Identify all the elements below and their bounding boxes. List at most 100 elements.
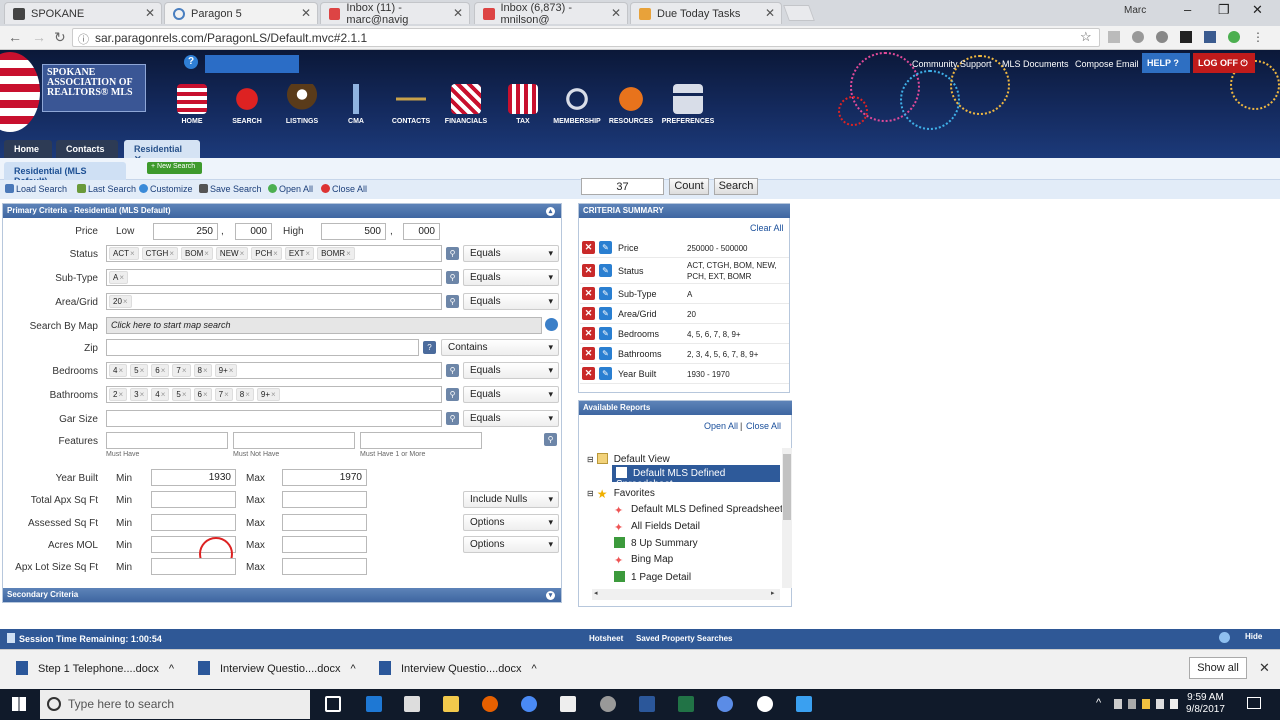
notifications-icon[interactable] bbox=[1247, 697, 1261, 709]
collapse-tree-icon[interactable]: ⊟ bbox=[587, 455, 594, 464]
lot-size-max-input[interactable] bbox=[282, 558, 367, 575]
include-nulls-select[interactable]: Include Nulls bbox=[463, 491, 559, 508]
close-all-button[interactable]: Close All bbox=[321, 184, 367, 194]
bedroom-chip[interactable]: 5 bbox=[130, 364, 149, 377]
file-explorer-icon[interactable] bbox=[443, 696, 459, 712]
bathroom-chip[interactable]: 8 bbox=[235, 388, 254, 401]
clear-all-link[interactable]: Clear All bbox=[750, 223, 784, 233]
edit-icon[interactable]: ✎ bbox=[599, 287, 612, 300]
bathroom-chip[interactable]: 9+ bbox=[256, 388, 280, 401]
browser-tab-tasks[interactable]: Due Today Tasks ✕ bbox=[630, 2, 782, 24]
subtype-multiselect[interactable]: A bbox=[106, 269, 442, 286]
remove-icon[interactable]: ✕ bbox=[582, 327, 595, 340]
help-button[interactable]: HELP ? bbox=[1142, 53, 1190, 73]
edit-icon[interactable]: ✎ bbox=[599, 327, 612, 340]
extension-icon[interactable] bbox=[1156, 31, 1168, 43]
acres-options-select[interactable]: Options bbox=[463, 536, 559, 553]
nav-membership[interactable]: MEMBERSHIP bbox=[547, 84, 607, 125]
edit-icon[interactable]: ✎ bbox=[599, 347, 612, 360]
settings-icon[interactable] bbox=[1219, 632, 1230, 643]
lookup-icon[interactable]: ⚲ bbox=[446, 295, 459, 308]
chevron-up-icon[interactable]: ^ bbox=[169, 663, 174, 675]
bathroom-chip[interactable]: 7 bbox=[214, 388, 233, 401]
gar-size-input[interactable] bbox=[106, 410, 442, 427]
bathrooms-operator-select[interactable]: Equals bbox=[463, 386, 559, 403]
price-low-input[interactable]: 250 bbox=[153, 223, 218, 240]
word-icon[interactable] bbox=[639, 696, 655, 712]
bedrooms-operator-select[interactable]: Equals bbox=[463, 362, 559, 379]
nav-listings[interactable]: LISTINGS bbox=[272, 84, 332, 125]
price-low-thousands-input[interactable]: 000 bbox=[235, 223, 272, 240]
close-window-icon[interactable]: ✕ bbox=[1252, 2, 1263, 18]
features-must-not-have-input[interactable] bbox=[233, 432, 355, 449]
nav-resources[interactable]: RESOURCES bbox=[601, 84, 661, 125]
nav-tax[interactable]: TAX bbox=[493, 84, 553, 125]
help-question-icon[interactable]: ? bbox=[184, 55, 198, 69]
remove-icon[interactable]: ✕ bbox=[582, 287, 595, 300]
bedrooms-multiselect[interactable]: 4 5 6 7 8 9+ bbox=[106, 362, 442, 379]
tray-chevron-icon[interactable]: ^ bbox=[1096, 697, 1101, 709]
url-field[interactable]: sar.paragonrels.com/ParagonLS/Default.mv… bbox=[72, 28, 1100, 47]
map-search-field[interactable]: Click here to start map search bbox=[106, 317, 542, 334]
remove-icon[interactable]: ✕ bbox=[582, 367, 595, 380]
tab-residential[interactable]: Residential ✕ bbox=[124, 140, 200, 164]
status-chip[interactable]: BOMR bbox=[317, 247, 355, 260]
collapse-icon[interactable]: ▴ bbox=[546, 207, 555, 216]
status-chip[interactable]: BOM bbox=[181, 247, 213, 260]
close-icon[interactable]: ✕ bbox=[453, 6, 463, 20]
primary-criteria-header[interactable]: Primary Criteria - Residential (MLS Defa… bbox=[3, 204, 561, 218]
edit-icon[interactable]: ✎ bbox=[599, 264, 612, 277]
volume-icon[interactable] bbox=[1170, 699, 1178, 709]
close-icon[interactable]: ✕ bbox=[145, 6, 155, 20]
bedroom-chip[interactable]: 9+ bbox=[214, 364, 238, 377]
info-icon[interactable]: ⓘ bbox=[78, 31, 89, 47]
default-view-node[interactable]: ⊟ Default View bbox=[587, 453, 670, 465]
favorite-report-item[interactable]: 8 Up Summary bbox=[614, 537, 698, 549]
assessed-sqft-max-input[interactable] bbox=[282, 514, 367, 531]
amazon-icon[interactable] bbox=[1180, 31, 1192, 43]
open-all-button[interactable]: Open All bbox=[268, 184, 313, 194]
zip-operator-select[interactable]: Contains bbox=[441, 339, 559, 356]
tray-icon[interactable] bbox=[1114, 699, 1122, 709]
battery-icon[interactable] bbox=[1156, 699, 1164, 709]
chrome-app-icon[interactable] bbox=[717, 696, 733, 712]
itunes-icon[interactable] bbox=[757, 696, 773, 712]
year-built-min-input[interactable]: 1930 bbox=[151, 469, 236, 486]
calculator-icon[interactable] bbox=[404, 696, 420, 712]
subtype-chip[interactable]: A bbox=[109, 271, 129, 284]
bathroom-chip[interactable]: 5 bbox=[172, 388, 191, 401]
log-off-button[interactable]: LOG OFF ⏻ bbox=[1193, 53, 1255, 73]
bedroom-chip[interactable]: 8 bbox=[193, 364, 212, 377]
report-default-spreadsheet[interactable]: Default MLS Defined Spreadsheet bbox=[612, 465, 780, 490]
remove-icon[interactable]: ✕ bbox=[582, 241, 595, 254]
status-chip[interactable]: NEW bbox=[215, 247, 249, 260]
collapse-tree-icon[interactable]: ⊟ bbox=[587, 489, 594, 498]
store-icon[interactable] bbox=[560, 696, 576, 712]
tray-icon[interactable] bbox=[1142, 699, 1150, 709]
new-tab-button[interactable] bbox=[783, 5, 815, 21]
forward-icon[interactable]: → bbox=[32, 29, 46, 45]
extension-icon[interactable] bbox=[1228, 31, 1240, 43]
customize-button[interactable]: Customize bbox=[139, 184, 193, 194]
status-chip[interactable]: EXT bbox=[284, 247, 315, 260]
firefox-icon[interactable] bbox=[482, 696, 498, 712]
bathroom-chip[interactable]: 4 bbox=[151, 388, 170, 401]
nav-cma[interactable]: CMA bbox=[326, 84, 386, 125]
bedroom-chip[interactable]: 6 bbox=[151, 364, 170, 377]
favorite-report-item[interactable]: ✦ Default MLS Defined Spreadsheet bbox=[614, 504, 783, 517]
bathroom-chip[interactable]: 2 bbox=[109, 388, 128, 401]
bathroom-chip[interactable]: 3 bbox=[130, 388, 149, 401]
bedroom-chip[interactable]: 7 bbox=[172, 364, 191, 377]
reload-icon[interactable]: ↻ bbox=[54, 29, 66, 46]
scroll-left-icon[interactable]: ◂ bbox=[594, 589, 598, 597]
close-all-link[interactable]: Close All bbox=[746, 421, 781, 431]
count-field[interactable]: 37 bbox=[581, 178, 664, 195]
onedrive-icon[interactable] bbox=[796, 696, 812, 712]
bathrooms-multiselect[interactable]: 2 3 4 5 6 7 8 9+ bbox=[106, 386, 442, 403]
area-chip[interactable]: 20 bbox=[109, 295, 132, 308]
hide-link[interactable]: Hide bbox=[1245, 632, 1262, 641]
price-high-thousands-input[interactable]: 000 bbox=[403, 223, 440, 240]
excel-icon[interactable] bbox=[678, 696, 694, 712]
extension-icon[interactable] bbox=[1108, 31, 1120, 43]
nav-preferences[interactable]: PREFERENCES bbox=[658, 84, 718, 125]
